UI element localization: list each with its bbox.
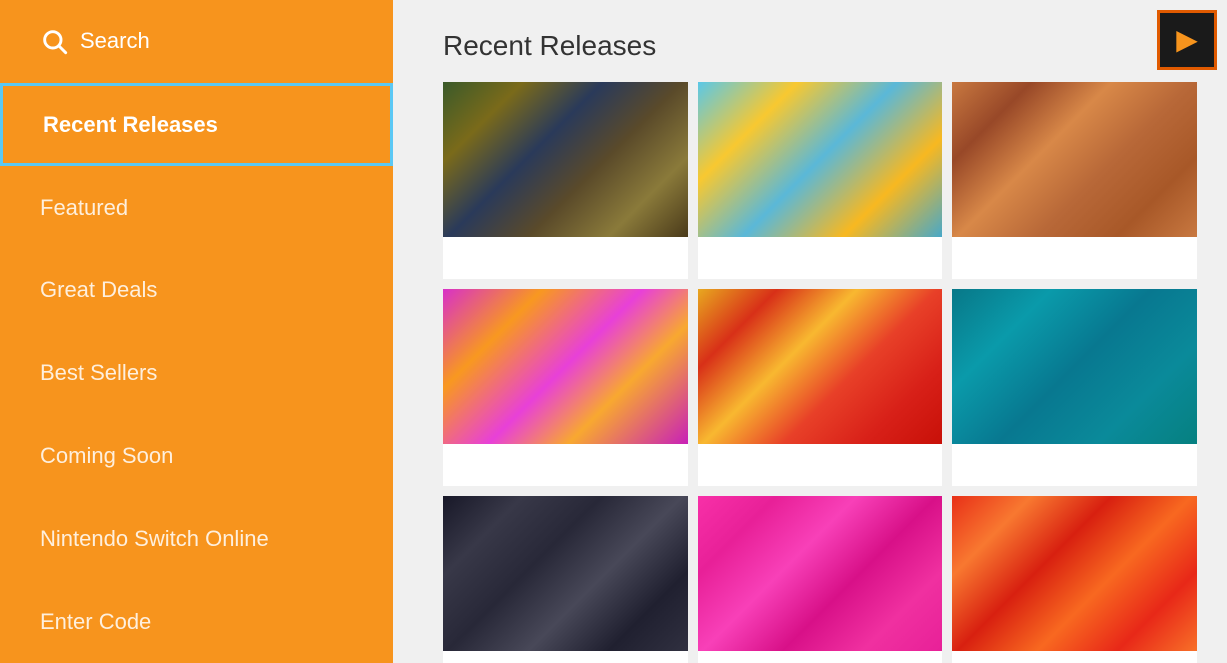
sidebar-item-recent-releases-label: Recent Releases <box>43 112 218 138</box>
sidebar-item-nintendo-switch-online-label: Nintendo Switch Online <box>40 526 269 552</box>
game-card-9[interactable] <box>952 496 1197 663</box>
game-thumbnail-2 <box>698 82 943 237</box>
sidebar: Search Recent Releases Featured Great De… <box>0 0 393 663</box>
nav-next-button[interactable]: ▶ <box>1157 10 1217 70</box>
game-thumbnail-9 <box>952 496 1197 651</box>
game-info-7 <box>443 651 688 663</box>
game-card-8[interactable] <box>698 496 943 663</box>
sidebar-item-search[interactable]: Search <box>0 0 393 83</box>
main-content: Recent Releases ▶ <box>393 0 1227 663</box>
game-card-1[interactable] <box>443 82 688 279</box>
game-info-1 <box>443 237 688 279</box>
sidebar-item-recent-releases[interactable]: Recent Releases <box>0 83 393 167</box>
chevron-right-icon: ▶ <box>1176 26 1198 54</box>
game-info-3 <box>952 237 1197 279</box>
sidebar-item-featured-label: Featured <box>40 195 128 221</box>
game-card-5[interactable] <box>698 289 943 486</box>
page-title-area: Recent Releases <box>443 30 1197 62</box>
sidebar-item-best-sellers[interactable]: Best Sellers <box>0 332 393 415</box>
game-card-2[interactable] <box>698 82 943 279</box>
game-thumbnail-3 <box>952 82 1197 237</box>
page-title: Recent Releases <box>443 30 656 62</box>
sidebar-item-great-deals-label: Great Deals <box>40 277 157 303</box>
sidebar-item-enter-code[interactable]: Enter Code <box>0 580 393 663</box>
game-thumbnail-6 <box>952 289 1197 444</box>
game-info-2 <box>698 237 943 279</box>
game-card-3[interactable] <box>952 82 1197 279</box>
sidebar-item-coming-soon[interactable]: Coming Soon <box>0 415 393 498</box>
sidebar-item-best-sellers-label: Best Sellers <box>40 360 157 386</box>
game-grid <box>443 82 1197 663</box>
sidebar-item-featured[interactable]: Featured <box>0 166 393 249</box>
game-info-9 <box>952 651 1197 663</box>
game-thumbnail-5 <box>698 289 943 444</box>
sidebar-item-great-deals[interactable]: Great Deals <box>0 249 393 332</box>
game-thumbnail-1 <box>443 82 688 237</box>
game-card-7[interactable] <box>443 496 688 663</box>
game-thumbnail-4 <box>443 289 688 444</box>
sidebar-item-nintendo-switch-online[interactable]: Nintendo Switch Online <box>0 497 393 580</box>
game-card-4[interactable] <box>443 289 688 486</box>
search-icon <box>40 27 68 55</box>
sidebar-item-search-label: Search <box>80 28 150 54</box>
game-info-8 <box>698 651 943 663</box>
sidebar-item-enter-code-label: Enter Code <box>40 609 151 635</box>
game-info-6 <box>952 444 1197 486</box>
game-thumbnail-7 <box>443 496 688 651</box>
sidebar-item-coming-soon-label: Coming Soon <box>40 443 173 469</box>
game-info-5 <box>698 444 943 486</box>
game-card-6[interactable] <box>952 289 1197 486</box>
game-info-4 <box>443 444 688 486</box>
game-thumbnail-8 <box>698 496 943 651</box>
